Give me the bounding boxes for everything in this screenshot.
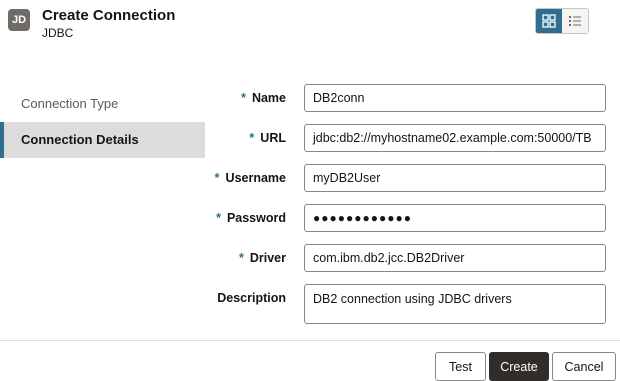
username-row: * Username myDB2User — [205, 164, 620, 192]
required-marker: * — [238, 251, 244, 265]
list-view-icon — [569, 16, 581, 26]
username-input[interactable]: myDB2User — [304, 164, 606, 192]
required-marker: * — [216, 211, 221, 225]
step-connection-type[interactable]: Connection Type — [0, 86, 205, 122]
step-connection-details[interactable]: Connection Details — [0, 122, 205, 158]
driver-label: * Driver — [238, 251, 286, 265]
jdbc-app-icon: JD — [8, 9, 30, 31]
list-view-button[interactable] — [562, 9, 588, 33]
username-label: * Username — [214, 171, 286, 185]
name-label: * Name — [241, 91, 286, 105]
footer-divider — [0, 340, 620, 341]
description-label: Description — [217, 291, 286, 305]
driver-input[interactable]: com.ibm.db2.jcc.DB2Driver — [304, 244, 606, 272]
password-input[interactable]: ●●●●●●●●●●●● — [304, 204, 606, 232]
description-row: Description DB2 connection using JDBC dr… — [205, 284, 620, 326]
required-marker: * — [241, 91, 246, 105]
grid-view-icon — [542, 14, 556, 28]
grid-view-button[interactable] — [536, 9, 562, 33]
required-marker: * — [249, 131, 255, 145]
url-label: * URL — [249, 131, 286, 145]
description-textarea[interactable]: DB2 connection using JDBC drivers — [304, 284, 606, 324]
url-row: * URL jdbc:db2://myhostname02.example.com… — [205, 124, 620, 152]
password-label: * Password — [216, 211, 286, 225]
dialog-title: Create Connection — [42, 7, 176, 24]
cancel-button[interactable]: Cancel — [552, 352, 616, 381]
wizard-steps: Connection Type Connection Details — [0, 86, 205, 158]
create-button[interactable]: Create — [489, 352, 549, 381]
password-row: * Password ●●●●●●●●●●●● — [205, 204, 620, 232]
name-row: * Name DB2conn — [205, 84, 620, 112]
view-toggle — [535, 8, 589, 34]
required-marker: * — [214, 171, 220, 185]
url-input[interactable]: jdbc:db2://myhostname02.example.com:5000… — [304, 124, 606, 152]
driver-row: * Driver com.ibm.db2.jcc.DB2Driver — [205, 244, 620, 272]
test-button[interactable]: Test — [435, 352, 486, 381]
name-input[interactable]: DB2conn — [304, 84, 606, 112]
dialog-header: JD Create Connection JDBC — [0, 0, 620, 58]
dialog-subtitle: JDBC — [42, 26, 74, 40]
